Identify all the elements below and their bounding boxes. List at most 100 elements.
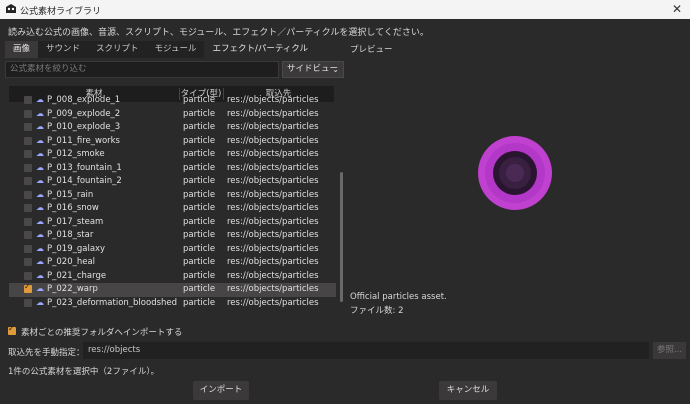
particle-icon: ☁ (36, 270, 44, 280)
list-row[interactable]: ☁ P_021_charge particle res://objects/parti… (9, 270, 336, 284)
import-button[interactable]: インポート (193, 381, 249, 400)
row-dest: res://objects/particles (227, 108, 319, 119)
list-row[interactable]: ☁ P_020_heal particle res://objects/particl… (9, 256, 336, 270)
row-checkbox[interactable] (24, 204, 32, 212)
browse-button[interactable]: 参照... (653, 342, 686, 359)
row-checkbox[interactable] (24, 217, 32, 226)
list-row[interactable]: ☁ P_019_galaxy particle res://objects/parti… (9, 243, 336, 257)
list-row[interactable]: ☁ P_018_star particle res://objects/particl… (9, 229, 336, 243)
tab-sounds[interactable]: サウンド (38, 41, 89, 58)
title-bar: 公式素材ライブラリ ✕ (0, 0, 690, 19)
tab-effects-particles[interactable]: エフェクト/パーティクル (204, 41, 317, 58)
row-checkbox[interactable] (24, 163, 32, 172)
row-checkbox[interactable] (24, 258, 32, 266)
particle-icon: ☁ (36, 203, 44, 212)
row-checkbox[interactable] (24, 190, 32, 199)
row-checkbox[interactable] (24, 282, 32, 293)
godot-icon (6, 4, 16, 13)
row-name: P_021_charge (47, 270, 107, 281)
list-row[interactable]: ☁ P_013_fountain_1 particle res://objects/p… (9, 162, 336, 176)
particle-icon: ☁ (36, 257, 44, 266)
selection-status: 1件の公式素材を選択中（2ファイル）。 (8, 367, 160, 377)
particle-icon: ☁ (36, 135, 44, 145)
row-name: P_015_rain (47, 189, 94, 200)
particle-icon: ☁ (36, 243, 44, 253)
row-checkbox[interactable] (24, 109, 32, 118)
row-type: particle (183, 243, 216, 254)
row-checkbox[interactable] (24, 231, 32, 239)
row-name: P_018_star (47, 230, 94, 240)
row-name: P_019_galaxy (47, 243, 106, 254)
category-tabs: 画像 サウンド スクリプト モジュール エフェクト/パーティクル (5, 41, 317, 58)
row-dest: res://objects/particles (227, 216, 319, 227)
row-type: particle (183, 203, 216, 213)
row-type: particle (183, 108, 216, 119)
list-row[interactable]: ☁ P_012_smoke particle res://objects/partic… (9, 148, 336, 162)
scrollbar-thumb[interactable] (340, 172, 343, 302)
view-mode-value: サイドビュー (287, 64, 339, 74)
row-name: P_012_smoke (47, 149, 105, 159)
particle-icon: ☁ (36, 297, 44, 307)
view-mode-select[interactable]: サイドビュー ⌄ (282, 61, 344, 78)
destination-label: 取込先を手動指定： (8, 348, 85, 358)
row-dest: res://objects/particles (227, 230, 319, 240)
row-dest: res://objects/particles (227, 189, 319, 200)
row-type: particle (183, 95, 216, 105)
list-row[interactable]: ☁ P_015_rain particle res://objects/particl… (9, 189, 336, 203)
row-dest: res://objects/particles (227, 243, 319, 254)
list-row[interactable]: ☁ P_014_fountain_2 particle res://objects/p… (9, 175, 336, 189)
row-type: particle (183, 189, 216, 200)
list-row[interactable]: ☁ P_008_explode_1 particle res://objects/pa… (9, 94, 336, 108)
row-checkbox[interactable] (24, 177, 32, 185)
particle-icon: ☁ (36, 216, 44, 226)
list-row[interactable]: ☁P_022_warp particle res://objects/particl… (9, 282, 336, 297)
recommend-label: 素材ごとの推奨フォルダへインポートする (21, 328, 183, 338)
list-row[interactable]: ☁ P_023_deformation_bloodshed particle res:… (9, 297, 336, 309)
row-name: P_010_explode_3 (47, 122, 121, 132)
row-checkbox[interactable] (24, 298, 32, 307)
row-dest: res://objects/particles (227, 122, 319, 132)
row-name: P_020_heal (47, 257, 96, 267)
destination-input[interactable]: res://objects (83, 342, 649, 359)
particle-icon: ☁ (36, 149, 44, 158)
list-row[interactable]: ☁ P_009_explode_2 particle res://objects/pa… (9, 108, 336, 122)
recommend-checkbox[interactable] (8, 324, 16, 335)
list-row[interactable]: ☁ P_017_steam particle res://objects/partic… (9, 216, 336, 230)
row-type: particle (183, 162, 216, 173)
row-checkbox[interactable] (24, 123, 32, 131)
particle-icon: ☁ (36, 189, 44, 199)
list-row[interactable]: ☁ P_011_fire_works particle res://objects/p… (9, 135, 336, 149)
row-dest: res://objects/particles (227, 284, 319, 294)
row-type: particle (183, 297, 216, 308)
particle-icon: ☁ (36, 95, 44, 104)
preview-label: プレビュー (350, 45, 393, 55)
tab-scripts[interactable]: スクリプト (88, 41, 147, 58)
close-icon[interactable]: ✕ (672, 2, 682, 16)
row-type: particle (183, 230, 216, 240)
list-row[interactable]: ☁ P_010_explode_3 particle res://objects/pa… (9, 121, 336, 135)
row-checkbox[interactable] (24, 96, 32, 104)
row-checkbox[interactable] (24, 136, 32, 145)
row-checkbox[interactable] (24, 150, 32, 158)
list-row[interactable]: ☁ P_016_snow particle res://objects/particl… (9, 202, 336, 216)
row-checkbox[interactable] (24, 271, 32, 280)
row-name: P_008_explode_1 (47, 95, 121, 105)
row-dest: res://objects/particles (227, 95, 319, 105)
row-dest: res://objects/particles (227, 203, 319, 213)
cancel-button[interactable]: キャンセル (439, 381, 497, 400)
preview-description: Official particles asset. (350, 292, 447, 302)
row-dest: res://objects/particles (227, 162, 319, 173)
particle-icon: ☁ (36, 230, 44, 239)
row-type: particle (183, 270, 216, 281)
row-dest: res://objects/particles (227, 135, 319, 146)
tab-modules[interactable]: モジュール (146, 41, 205, 58)
row-type: particle (183, 122, 216, 132)
filter-input[interactable]: 公式素材を絞り込む (5, 61, 279, 78)
row-dest: res://objects/particles (227, 270, 319, 281)
tab-images[interactable]: 画像 (5, 41, 39, 58)
window-title: 公式素材ライブラリ (20, 7, 102, 17)
particle-icon: ☁ (36, 108, 44, 118)
main-panel: 読み込む公式の画像、音源、スクリプト、モジュール、エフェクト／パーティクルを選択… (0, 19, 690, 404)
row-dest: res://objects/particles (227, 176, 319, 186)
row-checkbox[interactable] (24, 244, 32, 253)
